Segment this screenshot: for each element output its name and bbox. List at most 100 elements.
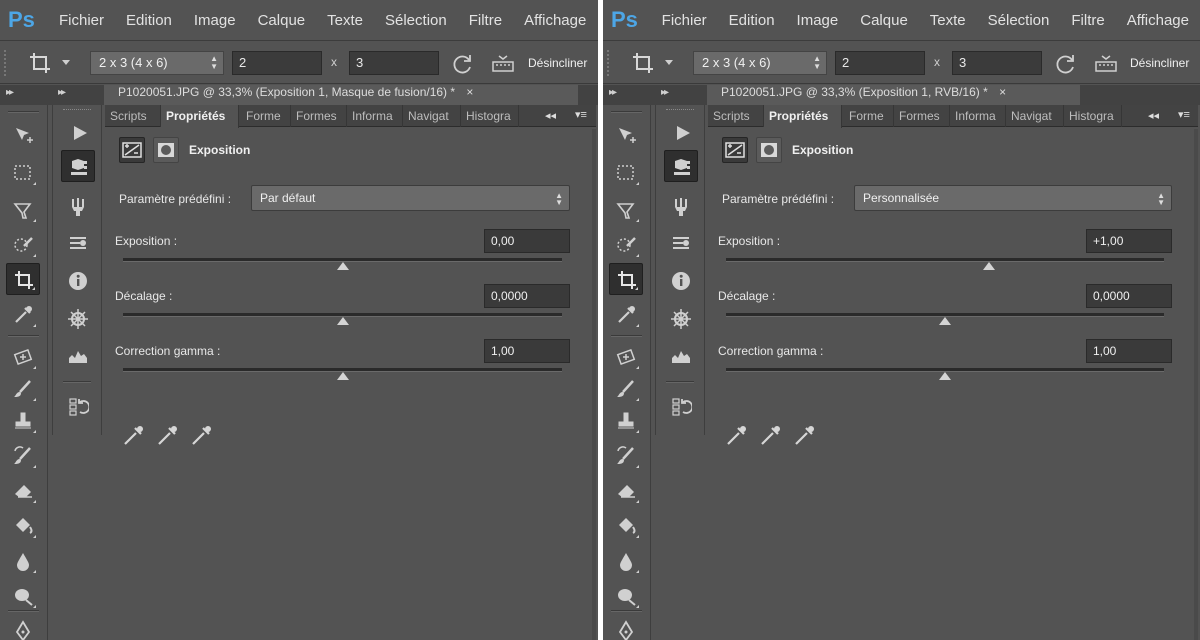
menu-selection[interactable]: Sélection <box>977 12 1061 29</box>
brush-tool-icon[interactable] <box>609 373 643 405</box>
tab-proprietes[interactable]: Propriétés <box>764 105 842 128</box>
menu-image[interactable]: Image <box>786 12 850 29</box>
collapse-dock-icon[interactable]: ▸▸ <box>58 87 66 98</box>
clone-stamp-tool-icon[interactable] <box>6 405 40 437</box>
eraser-tool-icon[interactable] <box>609 475 643 507</box>
quick-select-tool-icon[interactable] <box>609 229 643 261</box>
exposure-value-field[interactable]: +1,00 <box>1086 229 1172 253</box>
eraser-tool-icon[interactable] <box>6 475 40 507</box>
menu-fichier[interactable]: Fichier <box>48 12 115 29</box>
tab-proprietes[interactable]: Propriétés <box>161 105 239 128</box>
menu-selection[interactable]: Sélection <box>374 12 458 29</box>
tab-scripts[interactable]: Scripts <box>105 105 161 127</box>
swap-rotate-icon[interactable] <box>452 53 474 75</box>
gamma-slider-track[interactable] <box>726 368 1164 380</box>
properties-panel-icon[interactable] <box>664 150 698 182</box>
move-tool-icon[interactable] <box>6 120 40 152</box>
options-bar-grip[interactable] <box>607 50 613 76</box>
collapse-tools-icon[interactable]: ▸▸ <box>609 87 617 98</box>
tool-preset-dropdown-icon[interactable] <box>62 60 70 65</box>
spot-healing-tool-icon[interactable] <box>609 341 643 373</box>
info-panel-icon[interactable] <box>61 265 95 297</box>
black-point-eyedropper-icon[interactable] <box>121 423 147 447</box>
panel-menu-icon[interactable]: ▾≡ <box>571 108 591 123</box>
tab-informations[interactable]: Informa <box>950 105 1006 127</box>
offset-slider-track[interactable] <box>726 313 1164 325</box>
exposure-value-field[interactable]: 0,00 <box>484 229 570 253</box>
preset-select[interactable]: Par défaut ▲ ▼ <box>251 185 570 211</box>
straighten-icon[interactable] <box>490 53 516 75</box>
crop-width-field[interactable]: 2 <box>232 51 322 75</box>
offset-value-field[interactable]: 0,0000 <box>1086 284 1172 308</box>
menu-texte[interactable]: Texte <box>919 12 977 29</box>
paint-bucket-tool-icon[interactable] <box>6 510 40 542</box>
menu-image[interactable]: Image <box>183 12 247 29</box>
collapse-panel-icon[interactable]: ◂◂ <box>545 109 556 122</box>
blur-tool-icon[interactable] <box>609 545 643 577</box>
adjustment-icon[interactable] <box>119 137 145 163</box>
menu-calque[interactable]: Calque <box>247 12 317 29</box>
tab-forme[interactable]: Forme <box>844 105 894 127</box>
collapse-panel-icon[interactable]: ◂◂ <box>1148 109 1159 122</box>
crop-icon[interactable] <box>631 51 655 75</box>
brush-presets-panel-icon[interactable] <box>664 191 698 223</box>
eyedropper-tool-icon[interactable] <box>609 299 643 331</box>
crop-ratio-select[interactable]: 2 x 3 (4 x 6) ▲ ▼ <box>693 51 827 75</box>
tab-formes[interactable]: Formes <box>291 105 347 127</box>
document-tab[interactable]: P1020051.JPG @ 33,3% (Exposition 1, RVB/… <box>707 85 1080 105</box>
pen-tool-icon[interactable] <box>6 615 40 640</box>
crop-width-field[interactable]: 2 <box>835 51 925 75</box>
history-brush-tool-icon[interactable] <box>6 440 40 472</box>
options-bar-grip[interactable] <box>4 50 10 76</box>
eyedropper-tool-icon[interactable] <box>6 299 40 331</box>
menu-calque[interactable]: Calque <box>849 12 919 29</box>
menu-filtre[interactable]: Filtre <box>1060 12 1115 29</box>
gamma-value-field[interactable]: 1,00 <box>484 339 570 363</box>
white-point-eyedropper-icon[interactable] <box>792 423 818 447</box>
gamma-value-field[interactable]: 1,00 <box>1086 339 1172 363</box>
marquee-tool-icon[interactable] <box>6 157 40 189</box>
gamma-slider-thumb[interactable] <box>336 372 349 380</box>
black-point-eyedropper-icon[interactable] <box>724 423 750 447</box>
menu-edition[interactable]: Edition <box>718 12 786 29</box>
spot-healing-tool-icon[interactable] <box>6 341 40 373</box>
gamma-slider-thumb[interactable] <box>939 372 951 380</box>
exposure-slider-track[interactable] <box>123 258 562 270</box>
styles-panel-icon[interactable] <box>664 227 698 259</box>
panel-menu-icon[interactable]: ▾≡ <box>1174 108 1194 123</box>
lasso-tool-icon[interactable] <box>6 194 40 226</box>
gray-point-eyedropper-icon[interactable] <box>758 423 784 447</box>
menu-affichage[interactable]: Affichage <box>1116 12 1200 29</box>
gray-point-eyedropper-icon[interactable] <box>155 423 181 447</box>
pen-tool-icon[interactable] <box>609 615 643 640</box>
blur-tool-icon[interactable] <box>6 545 40 577</box>
gamma-slider-track[interactable] <box>123 368 562 380</box>
paint-bucket-tool-icon[interactable] <box>609 510 643 542</box>
straighten-label[interactable]: Désincliner <box>528 56 587 70</box>
close-icon[interactable]: × <box>999 85 1006 99</box>
dock-handle[interactable] <box>666 109 694 112</box>
marquee-tool-icon[interactable] <box>609 157 643 189</box>
navigator-panel-icon[interactable] <box>664 303 698 335</box>
history-panel-icon[interactable] <box>61 391 95 423</box>
crop-height-field[interactable]: 3 <box>952 51 1042 75</box>
menu-affichage[interactable]: Affichage <box>513 12 597 29</box>
exposure-slider-thumb[interactable] <box>982 262 995 270</box>
navigator-panel-icon[interactable] <box>61 303 95 335</box>
offset-value-field[interactable]: 0,0000 <box>484 284 570 308</box>
tool-preset-dropdown-icon[interactable] <box>665 60 673 65</box>
tab-formes[interactable]: Formes <box>894 105 950 127</box>
tab-informations[interactable]: Informa <box>347 105 403 127</box>
straighten-label[interactable]: Désincliner <box>1130 56 1189 70</box>
histogram-panel-icon[interactable] <box>664 339 698 371</box>
dock-handle[interactable] <box>63 109 91 112</box>
layer-mask-icon[interactable] <box>756 137 782 163</box>
document-tab[interactable]: P1020051.JPG @ 33,3% (Exposition 1, Masq… <box>104 85 578 105</box>
straighten-icon[interactable] <box>1093 53 1119 75</box>
collapse-dock-icon[interactable]: ▸▸ <box>661 87 669 98</box>
actions-panel-icon[interactable] <box>666 117 700 149</box>
tab-histogramme[interactable]: Histogra <box>1064 105 1122 127</box>
crop-height-field[interactable]: 3 <box>349 51 439 75</box>
exposure-slider-track[interactable] <box>726 258 1164 270</box>
menu-filtre[interactable]: Filtre <box>458 12 513 29</box>
